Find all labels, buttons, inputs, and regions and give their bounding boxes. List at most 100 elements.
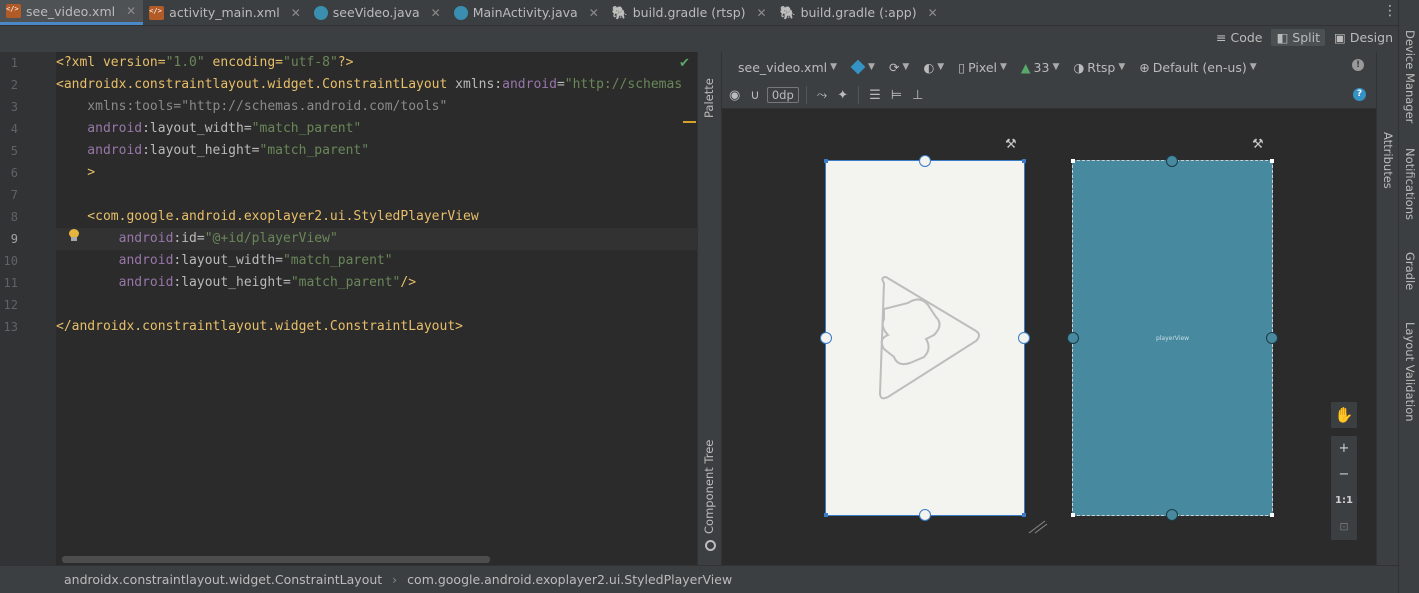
wrench-icon[interactable]: ⚒ <box>1252 137 1264 152</box>
close-icon[interactable]: ✕ <box>431 6 441 20</box>
breadcrumb-item-parent[interactable]: androidx.constraintlayout.widget.Constra… <box>64 572 382 587</box>
design-surface-dropdown[interactable]: ▼ <box>845 59 881 75</box>
tab-label: MainActivity.java <box>472 5 578 20</box>
line-number: 3 <box>10 100 18 114</box>
help-icon[interactable]: ? <box>1353 88 1366 101</box>
resize-corner[interactable] <box>1270 159 1274 163</box>
theme-dropdown[interactable]: ◑ Rtsp ▼ <box>1067 60 1131 75</box>
layout-file-dropdown[interactable]: see_video.xml ▼ <box>732 60 843 75</box>
tab-activity-main-xml[interactable]: activity_main.xml ✕ <box>143 0 308 25</box>
night-mode-dropdown[interactable]: ◐ ▼ <box>917 60 950 75</box>
chevron-down-icon: ▼ <box>1000 62 1007 72</box>
resize-corner[interactable] <box>824 159 828 163</box>
resize-corner[interactable] <box>1022 513 1026 517</box>
constraint-handle-top[interactable] <box>919 155 931 167</box>
attributes-tool-tab[interactable]: Attributes <box>1381 132 1395 189</box>
tab-label: build.gradle (rtsp) <box>632 5 746 20</box>
palette-strip: Palette Component Tree <box>697 52 722 565</box>
resize-corner[interactable] <box>1071 513 1075 517</box>
chevron-right-icon: › <box>392 572 398 587</box>
close-icon[interactable]: ✕ <box>757 6 767 20</box>
constraint-handle-right[interactable] <box>1018 332 1030 344</box>
code-line: > <box>56 165 96 180</box>
tab-build-gradle-app[interactable]: 🐘 build.gradle (:app) ✕ <box>774 0 945 25</box>
api-level-dropdown[interactable]: ▲ 33 ▼ <box>1015 60 1065 75</box>
design-canvas[interactable]: ⚒ ⚒ playerView ✋ + − 1:1 ⊡ <box>722 110 1376 565</box>
default-margin-button[interactable]: 0dp <box>766 87 799 103</box>
constraint-handle-left[interactable] <box>820 332 832 344</box>
wrench-icon[interactable]: ⚒ <box>1005 137 1017 152</box>
tab-label: seeVideo.java <box>332 5 420 20</box>
palette-tool-tab[interactable]: Palette <box>702 78 716 118</box>
horizontal-scrollbar[interactable] <box>62 556 490 563</box>
constraint-handle-bottom[interactable] <box>1166 509 1178 521</box>
close-icon[interactable]: ✕ <box>126 4 136 18</box>
constraint-handle-bottom[interactable] <box>919 509 931 521</box>
design-preview-surface[interactable] <box>820 155 1030 521</box>
code-mode-button[interactable]: ≡ Code <box>1211 29 1268 46</box>
magnet-icon[interactable]: ∪ <box>747 88 763 103</box>
eye-icon[interactable]: ◉ <box>726 88 743 103</box>
line-number: 8 <box>10 210 18 224</box>
resize-corner[interactable] <box>824 513 828 517</box>
warning-marker[interactable] <box>683 121 696 123</box>
more-options-icon[interactable]: ⋮ <box>1383 3 1397 19</box>
clear-constraints-icon[interactable]: ⤳ <box>814 88 830 103</box>
breadcrumb-item-child[interactable]: com.google.android.exoplayer2.ui.StyledP… <box>407 572 732 587</box>
distribute-icon[interactable]: ⊥ <box>909 88 926 103</box>
zoom-to-fit-icon[interactable]: ⊡ <box>1331 514 1357 540</box>
tab-mainactivity-java[interactable]: MainActivity.java ✕ <box>448 0 606 25</box>
canvas-resize-icon[interactable] <box>1027 520 1049 534</box>
blueprint-surface[interactable]: playerView <box>1067 155 1278 521</box>
gradle-tool-tab[interactable]: Gradle <box>1403 252 1417 290</box>
zoom-in-button[interactable]: + <box>1331 436 1357 462</box>
attributes-strip: Attributes <box>1376 52 1398 565</box>
layout-validation-tool-tab[interactable]: Layout Validation <box>1403 322 1417 422</box>
close-icon[interactable]: ✕ <box>589 6 599 20</box>
locale-dropdown[interactable]: ⊕ Default (en-us) ▼ <box>1133 60 1262 75</box>
pan-hand-icon[interactable]: ✋ <box>1331 402 1357 428</box>
code-line: <com.google.android.exoplayer2.ui.Styled… <box>56 209 479 224</box>
split-mode-button[interactable]: ◧ Split <box>1271 29 1326 46</box>
component-tree-icon <box>705 540 716 551</box>
tab-see-video-xml[interactable]: see_video.xml ✕ <box>0 0 144 25</box>
notifications-tool-tab[interactable]: Notifications <box>1403 148 1417 220</box>
check-icon[interactable]: ✔ <box>679 56 690 71</box>
infer-constraints-icon[interactable]: ✦ <box>834 88 851 103</box>
component-tree-tool-tab[interactable]: Component Tree <box>702 440 716 534</box>
line-number-gutter: 1 2 3 4 5 6 8 7 9 10 11 12 13 <box>0 52 56 565</box>
design-mode-button[interactable]: ▣ Design <box>1329 29 1398 46</box>
tab-build-gradle-rtsp[interactable]: 🐘 build.gradle (rtsp) ✕ <box>606 0 774 25</box>
align-icon[interactable]: ⊨ <box>888 88 905 103</box>
resize-corner[interactable] <box>1071 159 1075 163</box>
chevron-down-icon: ▼ <box>1118 62 1126 72</box>
code-editor[interactable]: <?xml version="1.0" encoding="utf-8"?> <… <box>56 52 697 565</box>
warning-icon[interactable]: ! <box>1352 59 1364 71</box>
guidelines-icon[interactable]: ☰ <box>866 88 884 103</box>
zoom-out-button[interactable]: − <box>1331 462 1357 488</box>
code-mode-label: Code <box>1230 30 1263 45</box>
zoom-actual-size-button[interactable]: 1:1 <box>1331 488 1357 514</box>
line-number: 5 <box>10 144 18 158</box>
close-icon[interactable]: ✕ <box>928 6 938 20</box>
device-manager-tool-tab[interactable]: Device Manager <box>1403 30 1417 123</box>
android-icon: ▲ <box>1020 59 1031 75</box>
chevron-down-icon: ▼ <box>937 62 945 72</box>
resize-corner[interactable] <box>1022 159 1026 163</box>
close-icon[interactable]: ✕ <box>291 6 301 20</box>
code-line: android:layout_width="match_parent" <box>56 253 393 268</box>
resize-corner[interactable] <box>1270 513 1274 517</box>
chevron-down-icon: ▼ <box>1052 62 1060 72</box>
gradle-icon: 🐘 <box>611 5 628 21</box>
orientation-dropdown[interactable]: ⟳ ▼ <box>883 60 915 75</box>
device-dropdown[interactable]: ▯ Pixel ▼ <box>952 60 1013 75</box>
tab-seevideo-java[interactable]: seeVideo.java ✕ <box>308 0 448 25</box>
lightbulb-icon[interactable] <box>68 229 80 242</box>
view-mode-bar: ≡ Code ◧ Split ▣ Design <box>0 26 1398 52</box>
api-level-label: 33 <box>1033 59 1050 75</box>
tool-window-strip: Device Manager Notifications Gradle Layo… <box>1398 0 1419 593</box>
constraint-handle-top[interactable] <box>1166 155 1178 167</box>
toolbar-separator <box>805 86 807 104</box>
xml-file-icon <box>149 5 165 20</box>
chevron-down-icon: ▼ <box>830 62 838 72</box>
